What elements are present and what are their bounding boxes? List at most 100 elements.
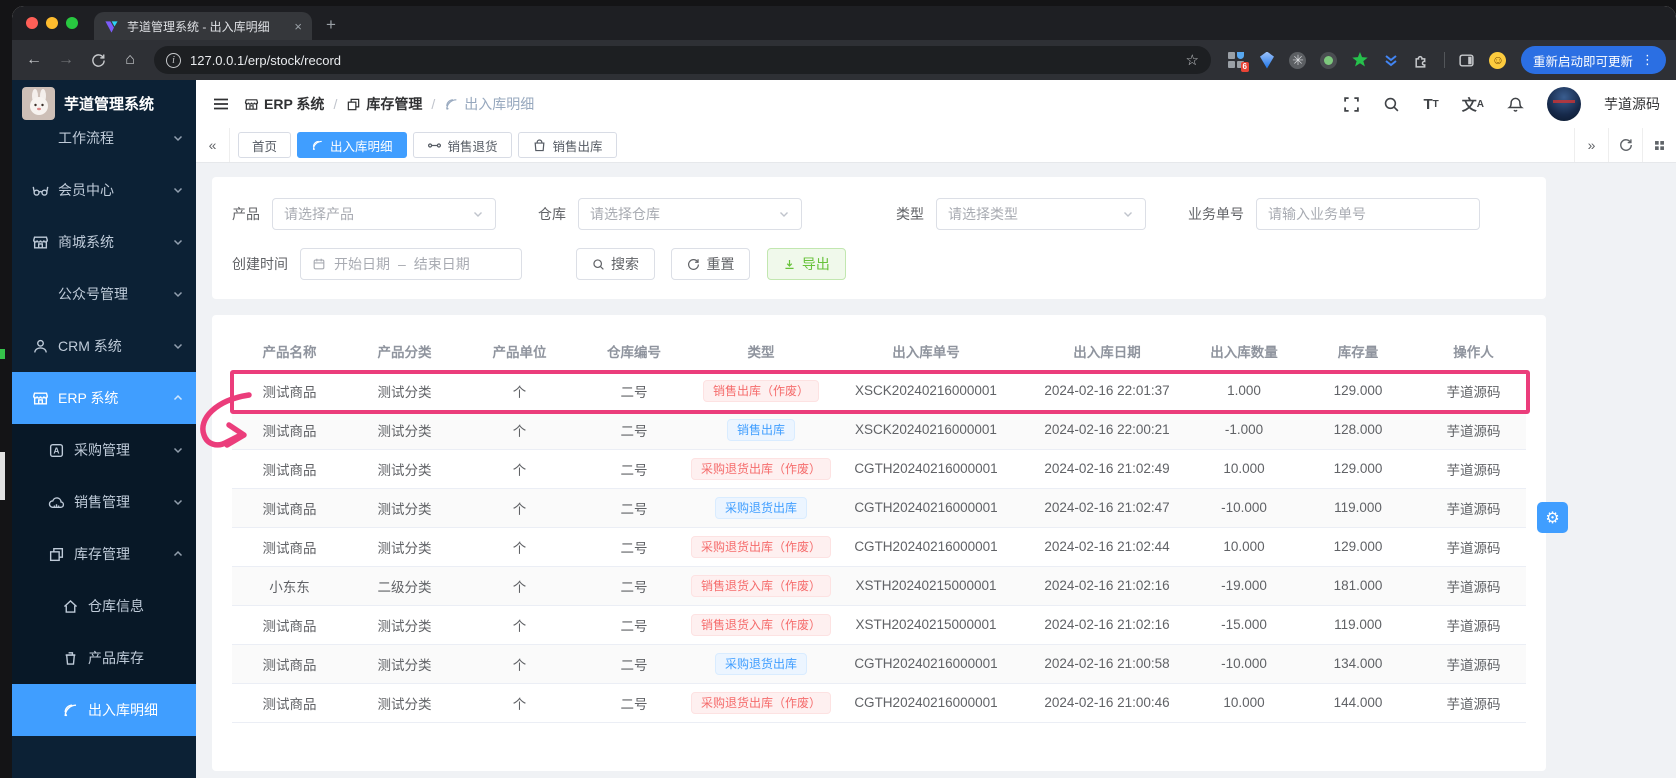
- table-cell: 测试商品: [232, 644, 347, 683]
- search-button[interactable]: 搜索: [576, 248, 655, 280]
- product-select[interactable]: 请选择产品: [272, 198, 496, 230]
- sidebar-item-产品库存[interactable]: 产品库存: [12, 632, 196, 684]
- breadcrumb-separator: /: [431, 96, 435, 112]
- home-icon[interactable]: ⌂: [116, 46, 144, 74]
- table-row[interactable]: 测试商品测试分类个二号采购退货出库（作废）CGTH202402160000012…: [232, 683, 1526, 722]
- type-tag: 销售退货入库（作废）: [691, 614, 831, 636]
- type-select[interactable]: 请选择类型: [936, 198, 1146, 230]
- table-cell: CGTH20240216000001: [831, 527, 1021, 566]
- table-cell: XSCK20240216000001: [831, 371, 1021, 410]
- sidebar-item-销售管理[interactable]: 销售管理: [12, 476, 196, 528]
- user-avatar[interactable]: [1547, 87, 1581, 121]
- breadcrumb-item[interactable]: 出入库明细: [444, 94, 534, 114]
- scroll-tabs-left-icon[interactable]: «: [196, 128, 230, 162]
- sidebar-item-商城系统[interactable]: 商城系统: [12, 216, 196, 268]
- back-icon[interactable]: ←: [20, 46, 48, 74]
- breadcrumb-item[interactable]: ERP 系统: [244, 94, 324, 114]
- bookmark-star-icon[interactable]: ☆: [1186, 51, 1199, 69]
- type-cell: 销售出库: [691, 410, 831, 449]
- app-logo-row[interactable]: 芋道管理系统: [12, 80, 196, 126]
- table-cell: 2024-02-16 21:02:47: [1021, 488, 1193, 527]
- browser-menu-kebab-icon[interactable]: ⋮: [1641, 52, 1654, 68]
- table-cell: 个: [462, 449, 577, 488]
- table-cell: 芋道源码: [1421, 527, 1526, 566]
- site-info-icon[interactable]: i: [166, 53, 181, 68]
- sidebar-item-公众号管理[interactable]: 公众号管理: [12, 268, 196, 320]
- table-cell: 144.000: [1295, 683, 1421, 722]
- page-tab-销售退货[interactable]: 销售退货: [413, 132, 512, 158]
- breadcrumb-item[interactable]: 库存管理: [346, 94, 422, 114]
- notification-bell-icon[interactable]: [1507, 96, 1524, 113]
- boxes-icon: [346, 97, 361, 112]
- table-row[interactable]: 测试商品测试分类个二号销售出库XSCK202402160000012024-02…: [232, 410, 1526, 449]
- table-cell: -15.000: [1193, 605, 1295, 644]
- export-button[interactable]: 导出: [767, 248, 846, 280]
- warehouse-select[interactable]: 请选择仓库: [578, 198, 802, 230]
- sidebar-item-采购管理[interactable]: A采购管理: [12, 424, 196, 476]
- fullscreen-icon[interactable]: [1343, 96, 1360, 113]
- table-row[interactable]: 测试商品测试分类个二号销售退货入库（作废）XSTH202402150000012…: [232, 605, 1526, 644]
- order-no-input[interactable]: [1256, 198, 1480, 230]
- browser-tab[interactable]: 芋道管理系统 - 出入库明细 ×: [94, 12, 312, 40]
- search-icon[interactable]: [1383, 96, 1400, 113]
- table-row[interactable]: 测试商品测试分类个二号采购退货出库（作废）CGTH202402160000012…: [232, 527, 1526, 566]
- type-tag: 采购退货出库（作废）: [691, 536, 831, 558]
- new-tab-button[interactable]: +: [326, 15, 336, 35]
- date-separator: –: [398, 256, 406, 272]
- relaunch-to-update-button[interactable]: 重新启动即可更新 ⋮: [1521, 46, 1666, 74]
- record-extension-icon[interactable]: [1320, 51, 1338, 69]
- table-cell: 2024-02-16 21:02:49: [1021, 449, 1193, 488]
- page-tab-销售出库[interactable]: 销售出库: [518, 132, 617, 158]
- kite-extension-icon[interactable]: [1258, 51, 1276, 69]
- filter-panel: 产品 请选择产品 仓库 请选择仓库: [212, 177, 1546, 299]
- chevron-down-icon: [778, 208, 790, 220]
- sidebar-item-CRM 系统[interactable]: CRM 系统: [12, 320, 196, 372]
- tabs-grid-icon[interactable]: [1642, 128, 1676, 162]
- table-row[interactable]: 小东东二级分类个二号销售退货入库（作废）XSTH2024021500000120…: [232, 566, 1526, 605]
- table-row[interactable]: 测试商品测试分类个二号采购退货出库（作废）CGTH202402160000012…: [232, 449, 1526, 488]
- reload-icon[interactable]: [84, 46, 112, 74]
- star-extension-icon[interactable]: [1351, 51, 1369, 69]
- extensions-puzzle-icon[interactable]: [1413, 51, 1431, 69]
- table-cell: 2024-02-16 21:02:16: [1021, 605, 1193, 644]
- refresh-page-icon[interactable]: [1608, 128, 1642, 162]
- forward-icon[interactable]: →: [52, 46, 80, 74]
- sidebar-item-ERP 系统[interactable]: ERP 系统: [12, 372, 196, 424]
- pinwheel-extension-icon[interactable]: ✳: [1289, 51, 1307, 69]
- breadcrumb-label: 出入库明细: [464, 94, 534, 114]
- table-cell: 2024-02-16 21:00:58: [1021, 644, 1193, 683]
- signal-icon: [62, 702, 79, 719]
- font-size-icon[interactable]: TT: [1423, 96, 1438, 113]
- window-zoom-button[interactable]: [66, 17, 78, 29]
- address-bar[interactable]: i 127.0.0.1/erp/stock/record ☆: [154, 46, 1211, 74]
- table-row[interactable]: 测试商品测试分类个二号采购退货出库CGTH202402160000012024-…: [232, 488, 1526, 527]
- reset-button[interactable]: 重置: [671, 248, 750, 280]
- house-icon: [62, 598, 79, 615]
- emoji-extension-icon[interactable]: ☺: [1489, 51, 1507, 69]
- sidebar-item-库存管理[interactable]: 库存管理: [12, 528, 196, 580]
- column-header: 出入库单号: [831, 331, 1021, 371]
- page-tab-出入库明细[interactable]: 出入库明细: [297, 132, 407, 158]
- sidebar-item-仓库信息[interactable]: 仓库信息: [12, 580, 196, 632]
- window-close-button[interactable]: [26, 17, 38, 29]
- collapse-menu-icon[interactable]: [212, 95, 230, 113]
- theme-settings-gear-button[interactable]: ⚙: [1537, 502, 1568, 533]
- date-range-picker[interactable]: 开始日期 – 结束日期: [300, 248, 522, 280]
- glasses-icon: [32, 182, 49, 199]
- sidebar-item-会员中心[interactable]: 会员中心: [12, 164, 196, 216]
- tab-close-icon[interactable]: ×: [294, 19, 302, 34]
- table-row[interactable]: 测试商品测试分类个二号采购退货出库CGTH202402160000012024-…: [232, 644, 1526, 683]
- pinned-extension-icon[interactable]: 6: [1227, 51, 1245, 69]
- double-chevron-extension-icon[interactable]: [1382, 51, 1400, 69]
- window-minimize-button[interactable]: [46, 17, 58, 29]
- side-panel-icon[interactable]: [1458, 51, 1476, 69]
- desktop-artifact: [0, 452, 5, 500]
- table-row[interactable]: 测试商品测试分类个二号销售出库（作废）XSCK20240216000001202…: [232, 371, 1526, 410]
- column-header: 产品分类: [347, 331, 462, 371]
- table-cell: 二号: [577, 683, 691, 722]
- page-tab-首页[interactable]: 首页: [238, 132, 291, 158]
- language-icon[interactable]: 文A: [1462, 94, 1484, 115]
- username[interactable]: 芋道源码: [1604, 94, 1660, 114]
- sidebar-item-出入库明细[interactable]: 出入库明细: [12, 684, 196, 736]
- scroll-tabs-right-icon[interactable]: »: [1574, 128, 1608, 162]
